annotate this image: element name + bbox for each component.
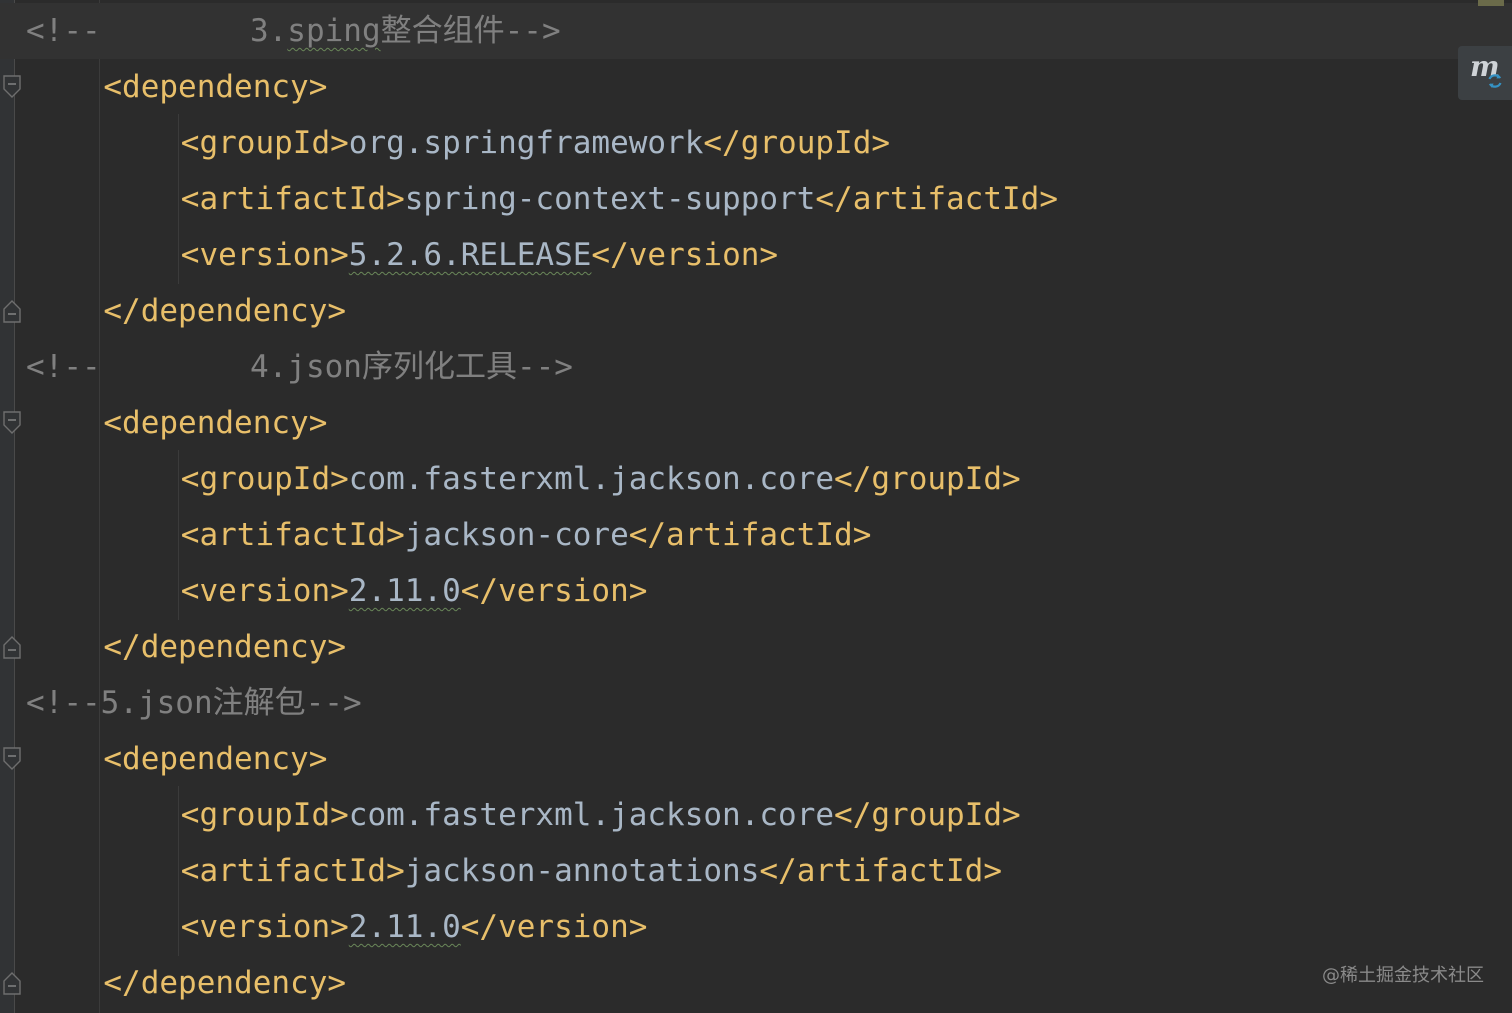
code-line-content: <artifactId>jackson-core</artifactId>	[181, 507, 872, 563]
xml-tag: </artifactId>	[628, 517, 872, 553]
xml-comment: <!--	[26, 13, 101, 49]
xml-text: com.fasterxml.jackson.core	[348, 461, 835, 497]
code-line-content: <!-- 3.sping整合组件-->	[26, 3, 561, 59]
code-line[interactable]: <artifactId>jackson-core</artifactId>	[0, 507, 1512, 563]
code-line-content: <version>5.2.6.RELEASE</version>	[181, 227, 778, 283]
xml-tag: </groupId>	[834, 797, 1021, 833]
code-line[interactable]: <groupId>com.fasterxml.jackson.core</gro…	[0, 451, 1512, 507]
fold-end-icon[interactable]	[2, 634, 22, 660]
fold-end-icon[interactable]	[2, 970, 22, 996]
xml-tag: </dependency>	[103, 629, 347, 665]
fold-start-icon[interactable]	[2, 746, 22, 772]
xml-tag: <version>	[180, 573, 349, 609]
code-line[interactable]: <version>2.11.0</version>	[0, 563, 1512, 619]
xml-text: 2.11.0	[348, 909, 461, 945]
code-line[interactable]: <artifactId>jackson-annotations</artifac…	[0, 843, 1512, 899]
xml-text: com.fasterxml.jackson.core	[348, 797, 835, 833]
code-line-content: </dependency>	[103, 619, 346, 675]
xml-text: spring-context-support	[404, 181, 816, 217]
xml-tag: <dependency>	[103, 69, 328, 105]
code-line-content: <!-- 4.json序列化工具-->	[26, 339, 573, 395]
code-editor[interactable]: <!-- 3.sping整合组件--> <dependency> <groupId>…	[0, 0, 1512, 1013]
code-line-content: <groupId>com.fasterxml.jackson.core</gro…	[181, 787, 1021, 843]
code-line-content: <dependency>	[103, 395, 327, 451]
xml-tag: <version>	[180, 909, 349, 945]
code-line-content: <artifactId>spring-context-support</arti…	[181, 171, 1058, 227]
xml-text: jackson-core	[404, 517, 629, 553]
code-line[interactable]: <artifactId>spring-context-support</arti…	[0, 171, 1512, 227]
code-line[interactable]: <!-- 3.sping整合组件-->	[0, 3, 1512, 59]
xml-comment: 整合组件-->	[380, 13, 561, 49]
code-line[interactable]: </dependency>	[0, 955, 1512, 1011]
xml-comment: <!--5.json注解包-->	[26, 685, 362, 721]
xml-tag: </groupId>	[834, 461, 1021, 497]
code-line[interactable]: </dependency>	[0, 619, 1512, 675]
code-line-content: <dependency>	[103, 59, 327, 115]
xml-comment: 4.json序列化工具-->	[100, 349, 573, 385]
xml-tag: <groupId>	[180, 797, 349, 833]
xml-text: org.springframework	[348, 125, 704, 161]
code-line-content: <!--5.json注解包-->	[26, 675, 362, 731]
xml-tag: </artifactId>	[815, 181, 1059, 217]
xml-tag: <artifactId>	[180, 853, 405, 889]
code-line[interactable]: </dependency>	[0, 283, 1512, 339]
code-line-content: <version>2.11.0</version>	[181, 899, 648, 955]
xml-text: 2.11.0	[348, 573, 461, 609]
xml-tag: <version>	[180, 237, 349, 273]
xml-tag: </groupId>	[703, 125, 891, 161]
code-line-content: </dependency>	[103, 283, 346, 339]
xml-tag: <dependency>	[103, 741, 328, 777]
code-line-content: <version>2.11.0</version>	[181, 563, 648, 619]
code-line[interactable]: <version>2.11.0</version>	[0, 899, 1512, 955]
fold-start-icon[interactable]	[2, 74, 22, 100]
code-line-content: <groupId>com.fasterxml.jackson.core</gro…	[181, 451, 1021, 507]
watermark: @稀土掘金技术社区	[1322, 965, 1484, 986]
xml-comment: 3.	[100, 13, 288, 49]
fold-end-icon[interactable]	[2, 298, 22, 324]
inspection-indicator[interactable]	[1478, 0, 1504, 6]
maven-reload-button[interactable]: m	[1458, 46, 1512, 100]
fold-start-icon[interactable]	[2, 410, 22, 436]
xml-tag: </version>	[591, 237, 779, 273]
xml-text: 5.2.6.RELEASE	[348, 237, 592, 273]
code-line[interactable]: <groupId>org.springframework</groupId>	[0, 115, 1512, 171]
code-line[interactable]: <groupId>com.fasterxml.jackson.core</gro…	[0, 787, 1512, 843]
code-line-content: <groupId>org.springframework</groupId>	[181, 115, 890, 171]
xml-tag: </dependency>	[103, 293, 347, 329]
code-line[interactable]: <version>5.2.6.RELEASE</version>	[0, 227, 1512, 283]
refresh-icon	[1486, 72, 1504, 95]
xml-text: jackson-annotations	[404, 853, 760, 889]
xml-tag: </version>	[460, 909, 648, 945]
xml-tag: <artifactId>	[180, 517, 405, 553]
xml-comment: sping	[287, 13, 381, 49]
xml-tag: </artifactId>	[759, 853, 1003, 889]
xml-tag: <artifactId>	[180, 181, 405, 217]
xml-tag: </version>	[460, 573, 648, 609]
code-line[interactable]: <dependency>	[0, 395, 1512, 451]
code-line-content: <artifactId>jackson-annotations</artifac…	[181, 843, 1002, 899]
xml-tag: <dependency>	[103, 405, 328, 441]
code-line[interactable]: <dependency>	[0, 59, 1512, 115]
code-line-content: <dependency>	[103, 731, 327, 787]
xml-tag: <groupId>	[180, 125, 349, 161]
xml-comment: <!--	[26, 349, 101, 385]
code-line[interactable]: <!--5.json注解包-->	[0, 675, 1512, 731]
code-line-content: </dependency>	[103, 955, 346, 1011]
xml-tag: <groupId>	[180, 461, 349, 497]
xml-tag: </dependency>	[103, 965, 347, 1001]
code-line[interactable]: <!-- 4.json序列化工具-->	[0, 339, 1512, 395]
code-line[interactable]: <dependency>	[0, 731, 1512, 787]
